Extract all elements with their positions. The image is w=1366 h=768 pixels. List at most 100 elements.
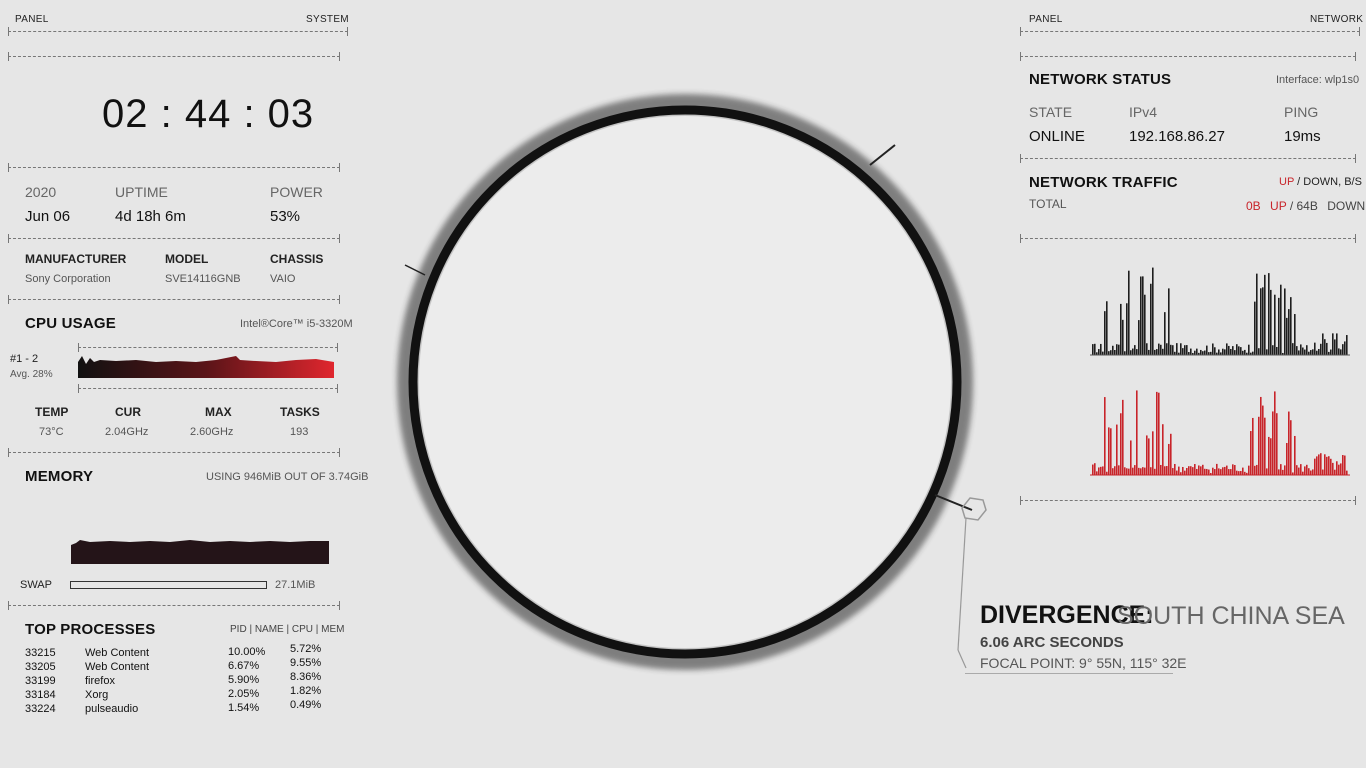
- traffic-bar: [1096, 471, 1098, 475]
- total-up-value: 0B: [1246, 199, 1261, 213]
- traffic-bar: [1300, 464, 1302, 475]
- process-cpu: 2.05%: [228, 688, 260, 700]
- traffic-bar: [1114, 349, 1116, 355]
- cpu-usage-graph: [78, 356, 334, 378]
- traffic-bar: [1122, 399, 1124, 475]
- traffic-bar: [1170, 433, 1172, 475]
- total-values: 0B UP / 64B DOWN: [1246, 199, 1365, 213]
- traffic-bar: [1142, 467, 1144, 475]
- temp-value: 73°C: [39, 426, 64, 438]
- traffic-bar: [1130, 350, 1132, 355]
- traffic-bar: [1224, 466, 1226, 475]
- memory-usage-graph: [71, 540, 329, 564]
- traffic-bar: [1318, 454, 1320, 475]
- manufacturer-value: Sony Corporation: [25, 273, 111, 285]
- traffic-bar: [1314, 458, 1316, 475]
- traffic-bar: [1218, 349, 1220, 355]
- traffic-bar: [1302, 347, 1304, 355]
- traffic-bar: [1152, 431, 1154, 475]
- traffic-bar: [1334, 469, 1336, 475]
- divider: [8, 234, 340, 243]
- process-cpu: 1.54%: [228, 702, 260, 714]
- traffic-bar: [1108, 427, 1110, 475]
- traffic-bar: [1164, 466, 1166, 475]
- traffic-bar: [1324, 339, 1326, 355]
- traffic-bar: [1168, 443, 1170, 475]
- traffic-bar: [1306, 464, 1308, 475]
- traffic-bar: [1160, 344, 1162, 355]
- traffic-bar: [1330, 458, 1332, 475]
- traffic-bar: [1160, 464, 1162, 475]
- traffic-bar: [1144, 294, 1146, 355]
- divider: [8, 601, 340, 610]
- traffic-bar: [1228, 469, 1230, 475]
- uptime-label: UPTIME: [115, 184, 168, 200]
- traffic-bar: [1288, 309, 1290, 355]
- network-status-title: NETWORK STATUS: [1029, 71, 1172, 88]
- traffic-bar: [1142, 276, 1144, 355]
- traffic-bar: [1162, 348, 1164, 355]
- traffic-bar: [1224, 349, 1226, 355]
- traffic-bar: [1286, 442, 1288, 475]
- traffic-bar: [1170, 344, 1172, 355]
- cur-label: CUR: [115, 405, 141, 419]
- tasks-label: TASKS: [280, 405, 320, 419]
- traffic-bar: [1280, 464, 1282, 475]
- traffic-bar: [1198, 465, 1200, 475]
- traffic-bar: [1340, 463, 1342, 475]
- divider: [1020, 27, 1360, 36]
- chassis-label: CHASSIS: [270, 252, 324, 266]
- cur-value: 2.04GHz: [105, 426, 149, 438]
- traffic-bar: [1176, 343, 1178, 355]
- divider: [1020, 52, 1356, 61]
- traffic-bar: [1150, 467, 1152, 475]
- total-down-value: / 64B: [1289, 199, 1318, 213]
- traffic-bar: [1314, 342, 1316, 355]
- clock: 02 : 44 : 03: [102, 92, 315, 136]
- traffic-bar: [1216, 463, 1218, 475]
- cpu-avg: Avg. 28%: [10, 369, 53, 380]
- network-traffic-title: NETWORK TRAFFIC: [1029, 174, 1178, 191]
- process-cpu: 5.90%: [228, 674, 260, 686]
- process-cpu: 10.00%: [228, 646, 266, 658]
- traffic-bar: [1106, 301, 1108, 355]
- divider: [78, 343, 338, 352]
- traffic-bar: [1330, 349, 1332, 355]
- process-mem: 9.55%: [290, 657, 322, 669]
- traffic-bar: [1148, 438, 1150, 475]
- traffic-bar: [1164, 312, 1166, 355]
- traffic-bar: [1196, 348, 1198, 355]
- temp-label: TEMP: [35, 405, 69, 419]
- traffic-bar: [1128, 270, 1130, 355]
- date-year: 2020: [25, 184, 57, 200]
- arc-seconds: 6.06 ARC SECONDS: [980, 634, 1124, 651]
- traffic-bar: [1182, 466, 1184, 475]
- traffic-bar: [1266, 349, 1268, 355]
- traffic-bar: [1100, 343, 1102, 355]
- traffic-bar: [1204, 350, 1206, 355]
- date-day: Jun 06: [25, 208, 71, 225]
- traffic-bar: [1108, 351, 1110, 355]
- process-cpu: 6.67%: [228, 660, 260, 672]
- traffic-bar: [1342, 344, 1344, 355]
- traffic-bar: [1200, 466, 1202, 475]
- left-panel-name: SYSTEM: [306, 14, 349, 25]
- traffic-bar: [1308, 468, 1310, 475]
- process-pid: 33199: [25, 675, 56, 687]
- traffic-legend-rest: / DOWN, B/S: [1294, 176, 1362, 188]
- swap-value: 27.1MiB: [275, 579, 316, 591]
- traffic-bar: [1092, 464, 1094, 475]
- traffic-bar: [1306, 345, 1308, 355]
- traffic-bar: [1342, 455, 1344, 475]
- traffic-bar: [1258, 348, 1260, 355]
- traffic-bar: [1252, 351, 1254, 355]
- chassis-value: VAIO: [270, 273, 296, 285]
- traffic-bar: [1156, 391, 1158, 475]
- traffic-bar: [1126, 468, 1128, 475]
- traffic-bar: [1264, 417, 1266, 475]
- traffic-bar: [1166, 343, 1168, 355]
- traffic-bar: [1174, 463, 1176, 475]
- right-panel-label: PANEL: [1029, 14, 1063, 25]
- traffic-bar: [1112, 468, 1114, 475]
- traffic-bar: [1098, 467, 1100, 475]
